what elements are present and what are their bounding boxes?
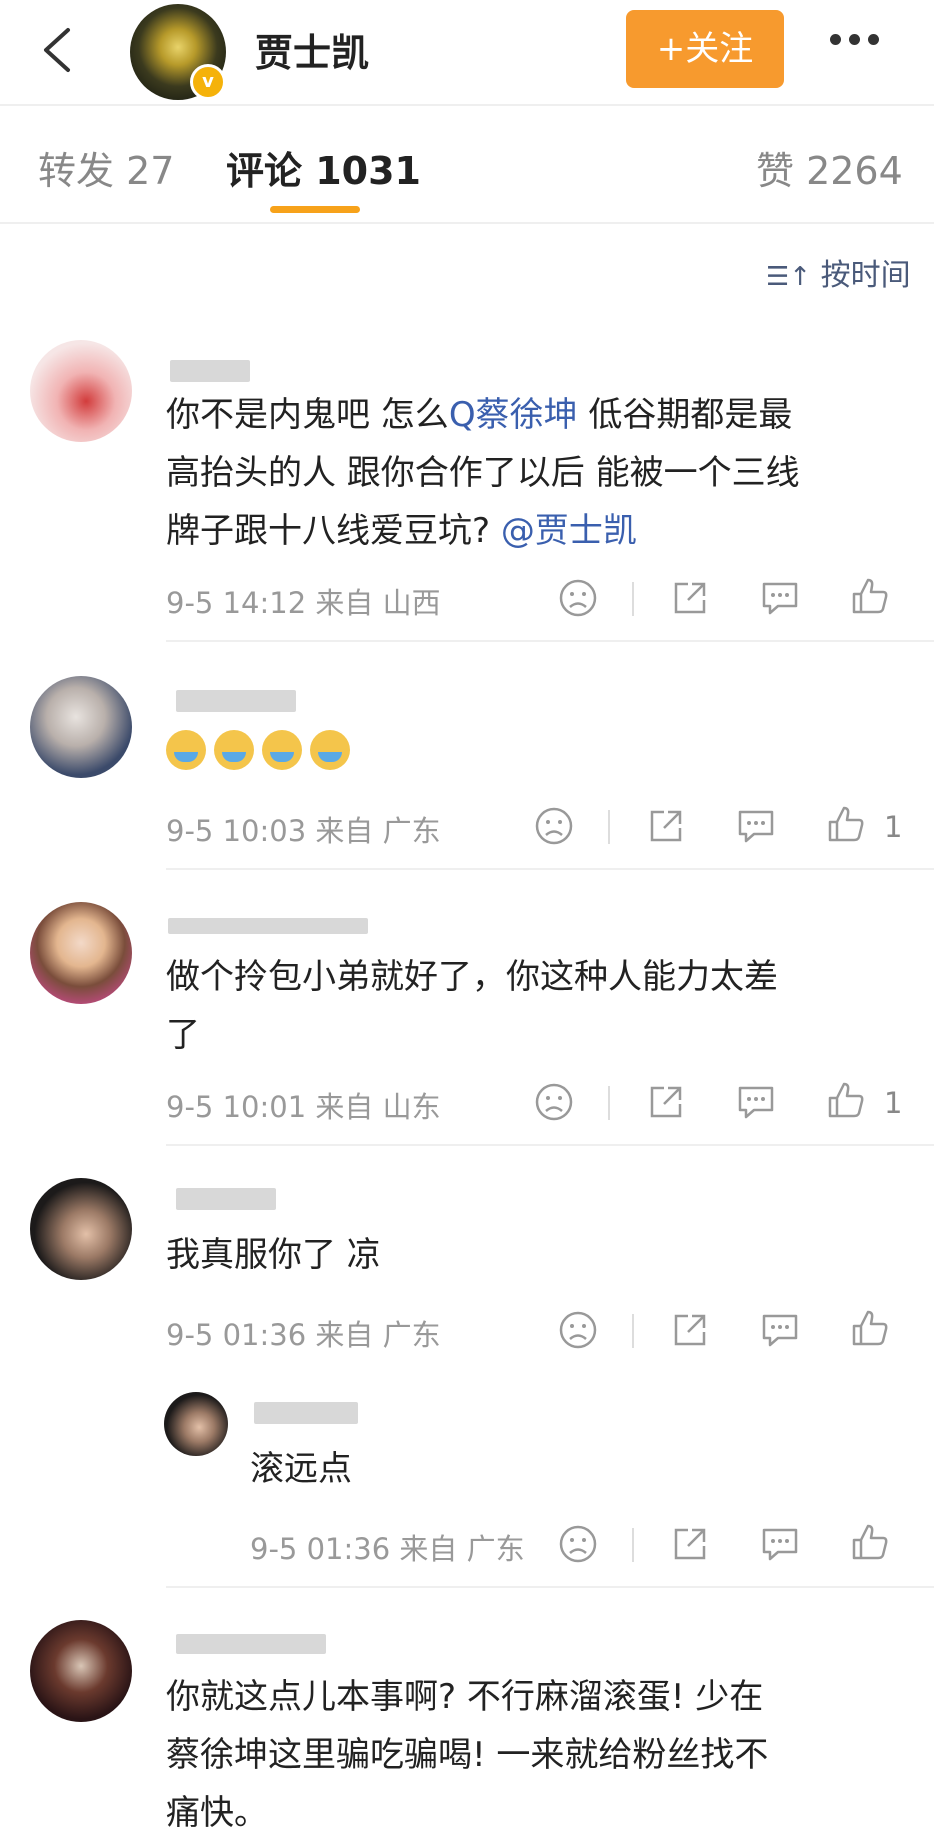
commenter-name-blurred[interactable]: [176, 690, 296, 712]
sort-icon: ☰↑: [766, 262, 812, 292]
commenter-name-blurred[interactable]: [168, 918, 368, 934]
reply-icon[interactable]: [760, 578, 800, 618]
comment-divider: [166, 1586, 934, 1588]
like-icon[interactable]: [850, 1522, 890, 1562]
commenter-avatar[interactable]: [30, 1178, 132, 1280]
like-icon[interactable]: [826, 1080, 866, 1120]
commenter-name-blurred[interactable]: [170, 360, 250, 382]
commenter-avatar[interactable]: [30, 676, 132, 778]
mention-link[interactable]: @贾士凯: [501, 511, 637, 551]
crying-emoji-icon: [262, 730, 302, 770]
sort-by-time-button[interactable]: ☰↑ 按时间: [766, 250, 911, 294]
like-count: 1: [884, 1086, 903, 1120]
comment-text: 我真服你了 凉: [166, 1235, 381, 1275]
comment-divider: [166, 868, 934, 870]
comment-text: 你不是内鬼吧 怎么Q蔡徐坤 低谷期都是最 高抬头的人 跟你合作了以后 能被一个三…: [166, 395, 800, 551]
comment-meta: 9-5 10:03 来自 广东: [166, 814, 441, 848]
action-separator: [608, 1086, 610, 1120]
topic-link[interactable]: Q蔡徐坤: [449, 395, 578, 435]
reply-icon[interactable]: [760, 1524, 800, 1564]
more-options-icon[interactable]: [830, 30, 892, 66]
commenter-name-blurred[interactable]: [176, 1634, 326, 1654]
dislike-icon[interactable]: [558, 1524, 598, 1564]
verified-badge-icon: v: [190, 64, 226, 100]
back-arrow-icon[interactable]: [36, 26, 80, 74]
dislike-icon[interactable]: [534, 806, 574, 846]
comment-meta: 9-5 10:01 来自 山东: [166, 1090, 441, 1124]
reply-avatar[interactable]: [164, 1392, 228, 1456]
crying-emoji-icon: [310, 730, 350, 770]
follow-button[interactable]: +关注: [626, 10, 784, 88]
crying-emoji-icon: [166, 730, 206, 770]
reply-icon[interactable]: [736, 806, 776, 846]
emoji-row: [166, 730, 358, 770]
commenter-avatar[interactable]: [30, 1620, 132, 1722]
reply-meta: 9-5 01:36 来自 广东: [250, 1532, 525, 1566]
comment-meta: 9-5 14:12 来自 山西: [166, 586, 441, 620]
replier-name-blurred[interactable]: [254, 1402, 358, 1424]
reply-icon[interactable]: [736, 1082, 776, 1122]
tab-like[interactable]: 赞 2264: [756, 140, 903, 195]
dislike-icon[interactable]: [534, 1082, 574, 1122]
share-icon[interactable]: [670, 1524, 710, 1564]
tab-comment[interactable]: 评论 1031: [226, 140, 421, 195]
header-divider: [0, 104, 934, 106]
share-icon[interactable]: [646, 1082, 686, 1122]
reply-text: 滚远点: [250, 1449, 352, 1489]
action-separator: [632, 1528, 634, 1562]
like-icon[interactable]: [850, 1308, 890, 1348]
share-icon[interactable]: [670, 1310, 710, 1350]
action-separator: [608, 810, 610, 844]
author-name[interactable]: 贾士凯: [255, 22, 369, 77]
like-icon[interactable]: [826, 804, 866, 844]
comment-divider: [166, 640, 934, 642]
crying-emoji-icon: [214, 730, 254, 770]
commenter-avatar[interactable]: [30, 340, 132, 442]
action-separator: [632, 582, 634, 616]
search-icon: Q: [448, 395, 476, 435]
comment-text: 你就这点儿本事啊? 不行麻溜滚蛋! 少在 蔡徐坤这里骗吃骗喝! 一来就给粉丝找不痛…: [166, 1677, 769, 1833]
tabs-divider: [0, 222, 934, 224]
comment-text: 做个拎包小弟就好了，你这种人能力太差了: [166, 957, 778, 1055]
share-icon[interactable]: [646, 806, 686, 846]
reply-icon[interactable]: [760, 1310, 800, 1350]
active-tab-indicator: [270, 206, 360, 213]
dislike-icon[interactable]: [558, 1310, 598, 1350]
like-count: 1: [884, 810, 903, 844]
dislike-icon[interactable]: [558, 578, 598, 618]
share-icon[interactable]: [670, 578, 710, 618]
commenter-avatar[interactable]: [30, 902, 132, 1004]
action-separator: [632, 1314, 634, 1348]
commenter-name-blurred[interactable]: [176, 1188, 276, 1210]
like-icon[interactable]: [850, 576, 890, 616]
tab-repost[interactable]: 转发 27: [38, 140, 174, 195]
comment-meta: 9-5 01:36 来自 广东: [166, 1318, 441, 1352]
comment-divider: [166, 1144, 934, 1146]
